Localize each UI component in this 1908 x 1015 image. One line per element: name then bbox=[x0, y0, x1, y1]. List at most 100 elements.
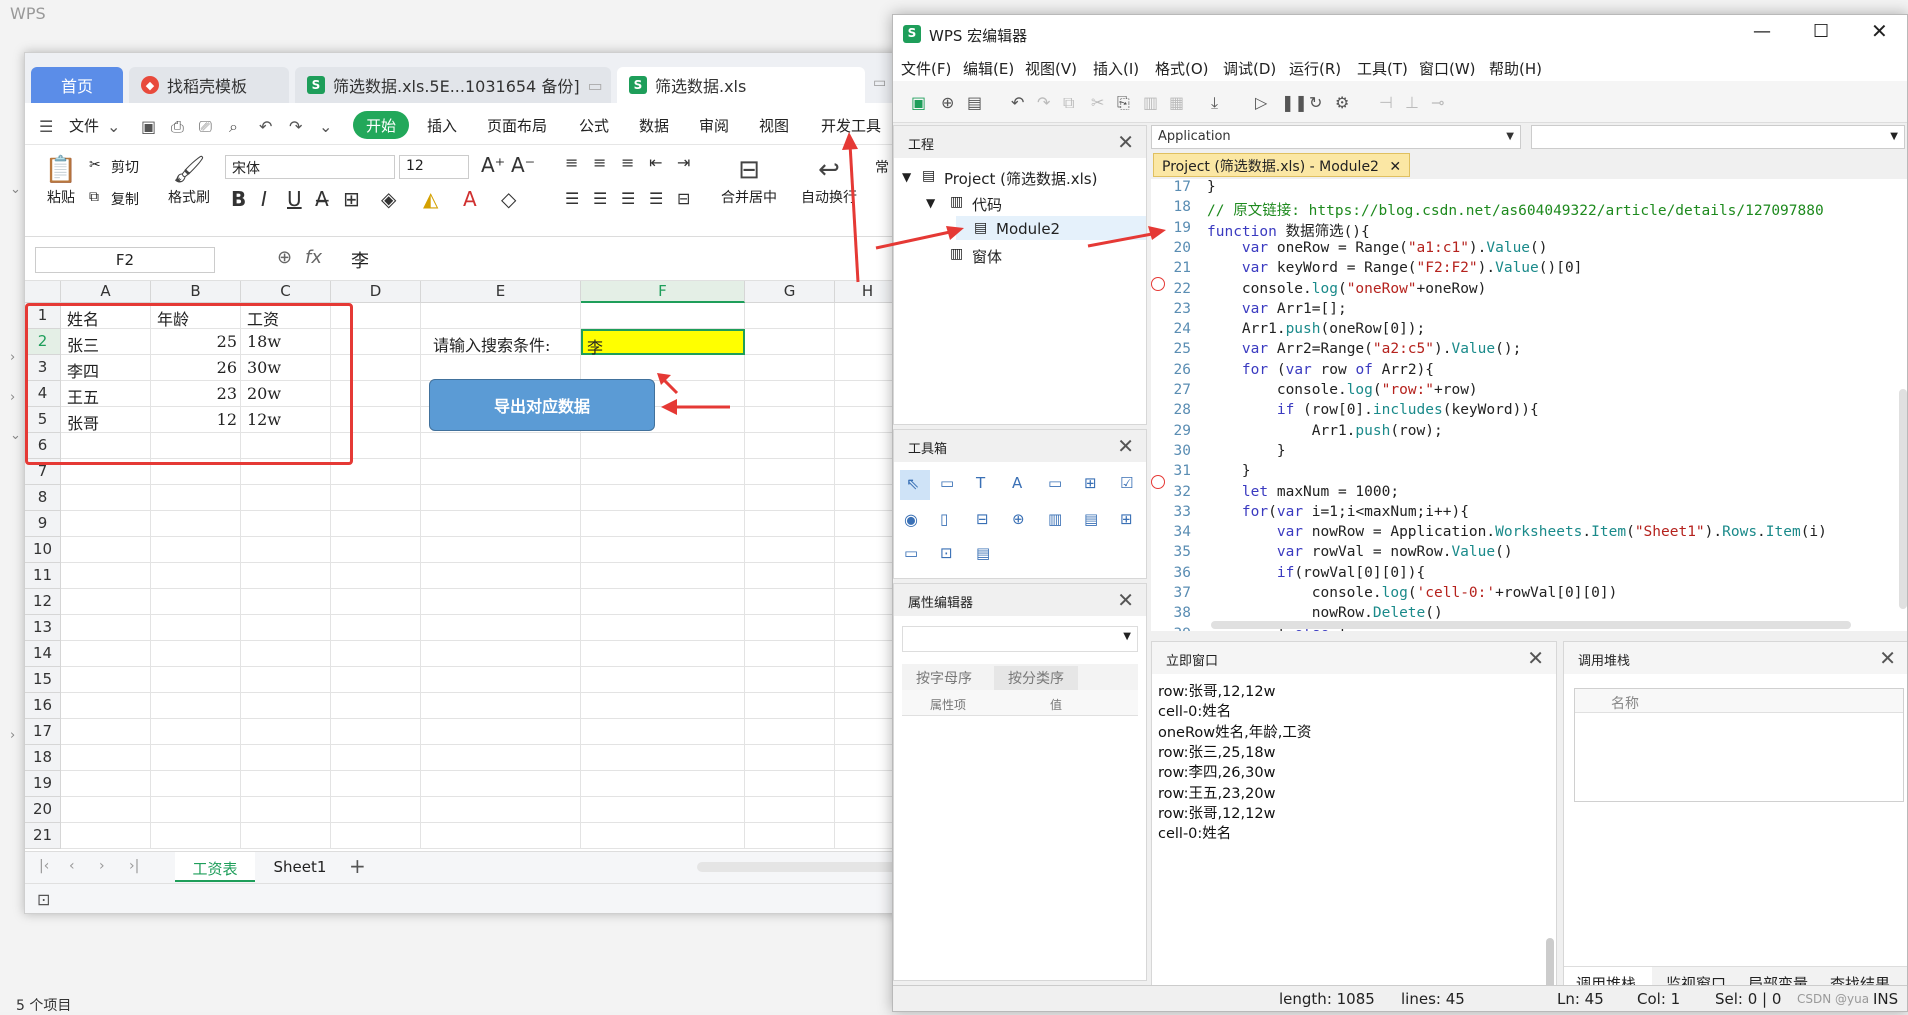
row-header[interactable]: 20 bbox=[25, 797, 61, 823]
copy-icon[interactable]: ⧉ bbox=[89, 189, 99, 205]
copy-icon[interactable]: ⧉ bbox=[1063, 93, 1074, 113]
code-line[interactable]: 29 Arr1.push(row); bbox=[1151, 423, 1907, 443]
horizontal-scrollbar[interactable] bbox=[697, 862, 897, 872]
listbox-control-icon[interactable]: ▯ bbox=[940, 510, 948, 528]
multipage-control-icon[interactable]: ⊞ bbox=[1084, 474, 1097, 492]
bold-icon[interactable]: B bbox=[231, 187, 246, 211]
redo-icon[interactable]: ↷ bbox=[289, 117, 302, 136]
print-preview-icon[interactable]: ⌕ bbox=[229, 117, 238, 137]
macro-menu-format[interactable]: 格式(O) bbox=[1155, 58, 1209, 79]
breakpoint-marker[interactable] bbox=[1151, 475, 1165, 489]
font-size-select[interactable]: 12 bbox=[399, 155, 469, 179]
reset-icon[interactable]: ↻ bbox=[1309, 93, 1322, 112]
font-family-select[interactable]: 宋体 bbox=[225, 155, 395, 179]
code-line[interactable]: 27 console.log("row:"+row) bbox=[1151, 382, 1907, 402]
row-header[interactable]: 8 bbox=[25, 485, 61, 511]
last-sheet-icon[interactable]: ›| bbox=[129, 858, 139, 874]
row-header[interactable]: 13 bbox=[25, 615, 61, 641]
menu-view[interactable]: 视图 bbox=[759, 115, 789, 136]
format-painter-button[interactable]: 🖌 格式刷 bbox=[161, 155, 217, 207]
font-color-icon[interactable]: A bbox=[463, 187, 477, 211]
menu-start[interactable]: 开始 bbox=[353, 111, 409, 139]
cut-button[interactable]: 剪切 bbox=[111, 157, 139, 177]
code-line[interactable]: 22 console.log("oneRow"+oneRow) bbox=[1151, 281, 1907, 301]
paste-icon[interactable]: ⎘ bbox=[1117, 93, 1130, 113]
radio-control-icon[interactable]: ◉ bbox=[904, 510, 918, 529]
pointer-icon[interactable]: ⇖ bbox=[906, 474, 919, 493]
tab-backup-file[interactable]: S 筛选数据.xls.5E...1031654 备份] ▭ bbox=[295, 67, 611, 103]
code-line[interactable]: 26 for (var row of Arr2){ bbox=[1151, 362, 1907, 382]
immediate-scrollbar[interactable] bbox=[1546, 938, 1554, 992]
cut-icon[interactable]: ✂ bbox=[1091, 93, 1104, 112]
align-center-icon[interactable]: ☰ bbox=[593, 189, 607, 208]
cell-f2-search-input[interactable]: 李 bbox=[581, 329, 745, 357]
justify-icon[interactable]: ☰ bbox=[649, 189, 663, 208]
code-line[interactable]: 32 let maxNum = 1000; bbox=[1151, 484, 1907, 504]
chevron-down-icon[interactable]: ⌄ bbox=[10, 182, 21, 197]
fill-color-icon[interactable]: ◭ bbox=[423, 187, 438, 211]
close-icon[interactable]: ✕ bbox=[1117, 130, 1134, 154]
column-header-c[interactable]: C bbox=[241, 281, 331, 303]
button-control-icon[interactable]: ▭ bbox=[940, 474, 954, 492]
chevron-right-icon[interactable]: › bbox=[10, 728, 15, 743]
code-line[interactable]: 37 console.log('cell-0:'+rowVal[0][0]) bbox=[1151, 585, 1907, 605]
code-line[interactable]: 23 var Arr1=[]; bbox=[1151, 301, 1907, 321]
align-right-icon[interactable]: ☰ bbox=[621, 189, 635, 208]
code-horizontal-scrollbar[interactable] bbox=[1211, 621, 1851, 629]
code-editor[interactable]: 17} 18// 原文链接: https://blog.csdn.net/as60… bbox=[1151, 179, 1907, 631]
indent-increase-icon[interactable]: ⇥ bbox=[677, 153, 690, 172]
sheet-tab-sheet1[interactable]: Sheet1 bbox=[265, 858, 335, 876]
code-line[interactable]: 18 // 原文链接: https://blog.csdn.net/as60404… bbox=[1151, 199, 1907, 219]
distributed-icon[interactable]: ⊟ bbox=[677, 189, 690, 208]
chevron-down-icon[interactable]: ⌄ bbox=[107, 117, 120, 136]
wps-app-icon[interactable]: ▣ bbox=[911, 93, 926, 112]
tree-project-root[interactable]: Project (筛选数据.xls) bbox=[944, 168, 1097, 189]
code-line[interactable]: 33 for(var i=1;i<maxNum;i++){ bbox=[1151, 504, 1907, 524]
import-icon[interactable]: ⤓ bbox=[1211, 93, 1218, 113]
image-control-icon[interactable]: ⊞ bbox=[1120, 510, 1133, 528]
run-icon[interactable]: ▷ bbox=[1255, 93, 1267, 112]
macro-record-icon[interactable]: ⊡ bbox=[37, 890, 50, 909]
menu-data[interactable]: 数据 bbox=[639, 115, 669, 136]
undo-icon[interactable]: ↶ bbox=[259, 117, 272, 136]
refedit-control-icon[interactable]: ⊡ bbox=[940, 544, 953, 562]
combobox-control-icon[interactable]: ⊟ bbox=[976, 510, 989, 528]
tree-code-folder[interactable]: 代码 bbox=[972, 194, 1002, 215]
minimize-icon[interactable]: — bbox=[1753, 21, 1771, 42]
cell-e2-search-label[interactable]: 请输入搜索条件: bbox=[429, 329, 579, 355]
macro-menu-insert[interactable]: 插入(I) bbox=[1093, 58, 1139, 79]
code-line[interactable]: 25 var Arr2=Range("a2:c5").Value(); bbox=[1151, 341, 1907, 361]
indent-decrease-icon[interactable]: ⇤ bbox=[649, 153, 662, 172]
add-sheet-icon[interactable]: + bbox=[349, 854, 366, 878]
more-icon[interactable]: ⌄ bbox=[319, 117, 332, 136]
row-header[interactable]: 10 bbox=[25, 537, 61, 563]
uncomment-icon[interactable]: ▦ bbox=[1169, 93, 1184, 112]
eraser-icon[interactable]: ◇ bbox=[501, 187, 516, 211]
menu-file[interactable]: 文件 bbox=[69, 115, 99, 136]
tab-categorized[interactable]: 按分类序 bbox=[994, 666, 1078, 690]
pause-icon[interactable]: ❚❚ bbox=[1281, 93, 1308, 112]
column-header-d[interactable]: D bbox=[331, 281, 421, 303]
align-top-icon[interactable]: ≡ bbox=[565, 153, 578, 172]
next-sheet-icon[interactable]: › bbox=[99, 858, 105, 874]
row-header[interactable]: 11 bbox=[25, 563, 61, 589]
cell-style-icon[interactable]: ◈ bbox=[381, 187, 396, 211]
italic-icon[interactable]: I bbox=[261, 187, 267, 211]
close-icon[interactable]: ✕ bbox=[1527, 646, 1544, 670]
macro-menu-file[interactable]: 文件(F) bbox=[901, 58, 951, 79]
tab-home[interactable]: 首页 bbox=[31, 67, 123, 103]
hamburger-icon[interactable]: ☰ bbox=[39, 117, 53, 136]
code-line[interactable]: 34 var nowRow = Application.Worksheets.I… bbox=[1151, 524, 1907, 544]
print-icon[interactable]: ⎚ bbox=[199, 117, 212, 137]
design-mode-icon[interactable]: ⚙ bbox=[1335, 93, 1349, 112]
comment-icon[interactable]: ▥ bbox=[1143, 93, 1158, 112]
save-icon[interactable]: ▣ bbox=[141, 117, 156, 136]
macro-menu-window[interactable]: 窗口(W) bbox=[1419, 58, 1476, 79]
code-line[interactable]: 36 if(rowVal[0][0]){ bbox=[1151, 565, 1907, 585]
toggle-control-icon[interactable]: ▤ bbox=[1084, 510, 1098, 528]
column-header-g[interactable]: G bbox=[745, 281, 835, 303]
chevron-right-icon[interactable]: › bbox=[10, 350, 15, 365]
column-header-a[interactable]: A bbox=[61, 281, 151, 303]
row-header[interactable]: 19 bbox=[25, 771, 61, 797]
code-vertical-scrollbar[interactable] bbox=[1899, 389, 1907, 609]
